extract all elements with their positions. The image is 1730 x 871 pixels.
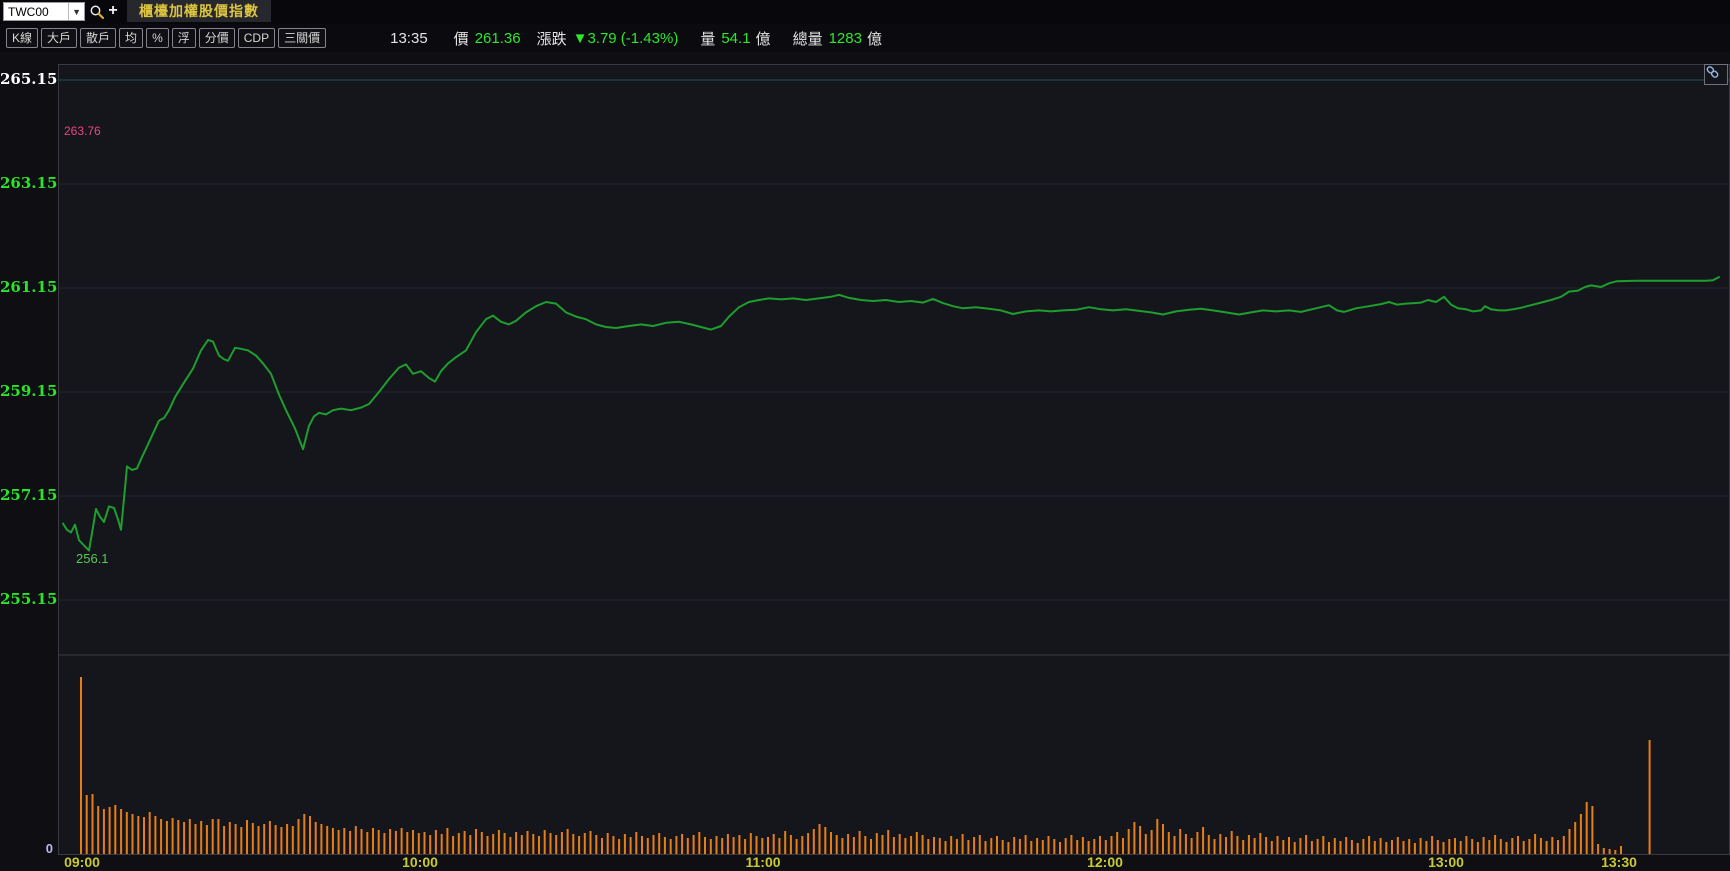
app-window: { "topbar": { "symbol_value": "TWC00", "… bbox=[0, 0, 1730, 871]
toolbar-button-三關價[interactable]: 三關價 bbox=[278, 28, 327, 48]
volume-value: 54.1 bbox=[721, 29, 751, 47]
toolbar-button-%[interactable]: % bbox=[146, 28, 169, 48]
toolbar-button-分價[interactable]: 分價 bbox=[198, 28, 235, 48]
price-axis-labels: 265.15 263.15 261.15 259.15 257.15 255.15 bbox=[0, 0, 58, 871]
time-axis-tick: 13:30 bbox=[1601, 854, 1637, 870]
annotation-prev-value: 263.76 bbox=[64, 124, 101, 138]
tab-index-name[interactable]: 櫃檯加權股價指數 bbox=[127, 0, 271, 22]
change-value: ▼3.79 (-1.43%) bbox=[572, 29, 679, 47]
time-axis-tick: 09:00 bbox=[64, 854, 100, 870]
price-value: 261.36 bbox=[474, 29, 521, 47]
chart-plot-area[interactable]: 263.76 256.1 bbox=[58, 64, 1730, 855]
add-symbol-button[interactable]: + bbox=[106, 0, 120, 22]
time-axis-tick: 11:00 bbox=[745, 854, 781, 870]
price-axis-tick: 265.15 bbox=[0, 70, 58, 88]
price-axis-tick: 263.15 bbox=[0, 174, 58, 192]
toolbar-button-散戶[interactable]: 散戶 bbox=[80, 28, 117, 48]
toolbar-button-均[interactable]: 均 bbox=[119, 28, 144, 48]
total-volume-unit: 億 bbox=[866, 30, 882, 48]
price-axis-tick: 257.15 bbox=[0, 486, 58, 504]
toolbar-button-浮[interactable]: 浮 bbox=[171, 28, 196, 48]
link-icon[interactable] bbox=[1704, 64, 1728, 85]
chevron-down-icon[interactable]: ▼ bbox=[68, 3, 84, 20]
toolbar: K線 大戶 散戶均% 浮分價 CDP 三關價 13:35 價 261.36 漲跌 ▼3.7… bbox=[0, 24, 1730, 52]
change-label: 漲跌 bbox=[536, 30, 567, 48]
time-axis-tick: 10:00 bbox=[402, 854, 438, 870]
status-bar: 13:35 價 261.36 漲跌 ▼3.79 (-1.43%) 量 54.1 … bbox=[390, 28, 882, 49]
toolbar-button-CDP[interactable]: CDP bbox=[237, 28, 276, 48]
time-axis-tick: 12:00 bbox=[1087, 854, 1123, 870]
search-icon[interactable] bbox=[88, 2, 106, 21]
price-axis-tick: 261.15 bbox=[0, 278, 58, 296]
status-time: 13:35 bbox=[390, 29, 428, 47]
volume-label: 量 bbox=[700, 30, 716, 48]
volume-unit: 億 bbox=[755, 30, 771, 48]
total-volume-label: 總量 bbox=[792, 30, 823, 48]
time-axis-tick: 13:00 bbox=[1428, 854, 1464, 870]
total-volume-value: 1283 bbox=[828, 29, 862, 47]
price-axis-tick: 255.15 bbox=[0, 590, 58, 608]
top-bar: TWC00 ▼ + 櫃檯加權股價指數 bbox=[0, 0, 1730, 24]
price-axis-tick: 259.15 bbox=[0, 382, 58, 400]
annotation-day-low: 256.1 bbox=[76, 551, 109, 566]
volume-zero-label: 0 bbox=[45, 841, 53, 856]
price-label: 價 bbox=[453, 30, 469, 48]
